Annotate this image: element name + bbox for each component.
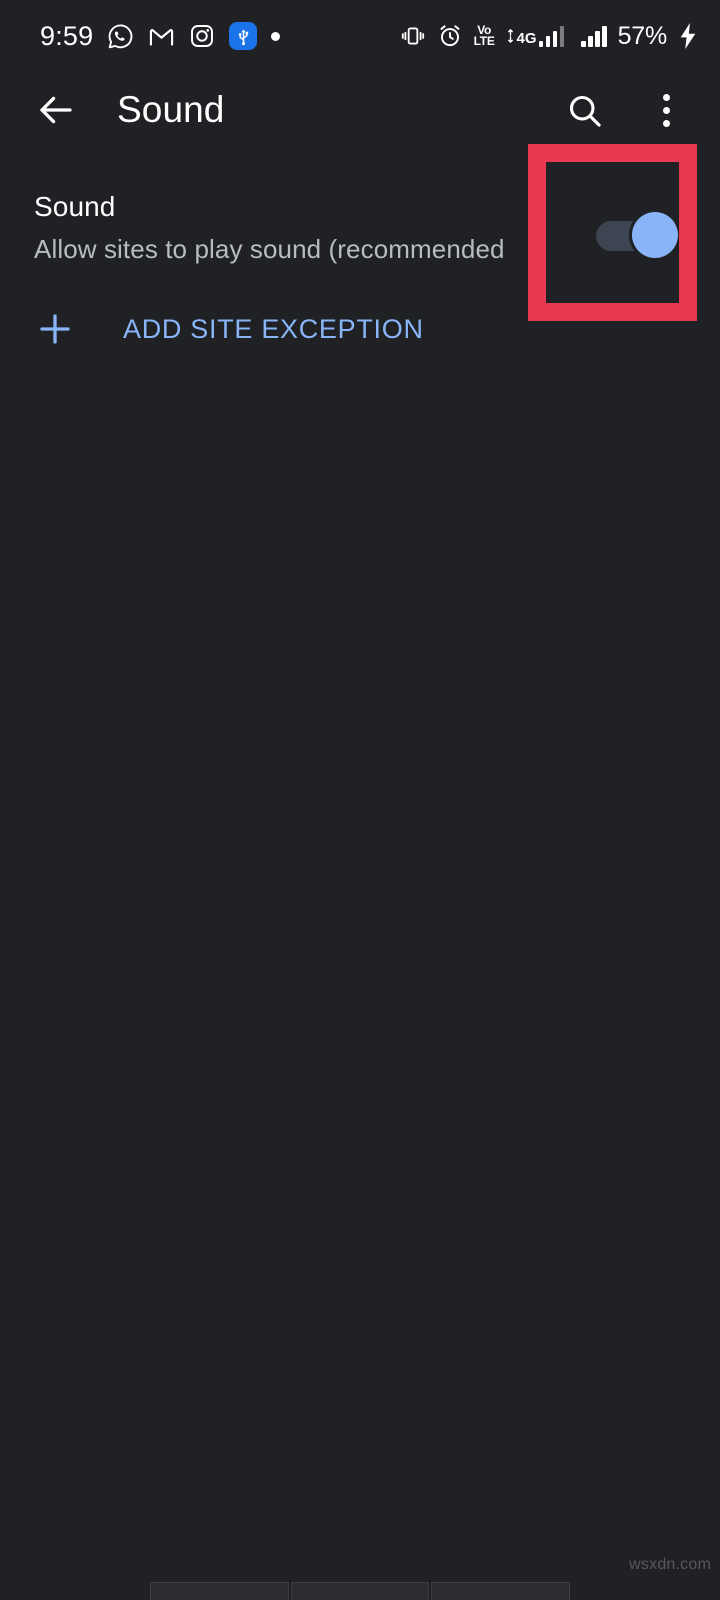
nav-segment-recents[interactable] <box>431 1582 571 1600</box>
kebab-menu-icon <box>662 93 670 127</box>
instagram-icon <box>189 23 215 49</box>
usb-icon <box>229 22 258 50</box>
phone-screen: 9:59 Vo LTE 4G 57% Sound Sound Allow sit… <box>0 0 720 1600</box>
overflow-menu-button[interactable] <box>638 82 694 138</box>
arrow-left-icon <box>40 96 72 124</box>
signal-bars-sim1 <box>538 25 565 47</box>
battery-percent-label: 57% <box>617 21 668 50</box>
toolbar-actions <box>556 82 694 138</box>
nav-segment-back[interactable] <box>150 1582 289 1600</box>
charging-bolt-icon <box>678 22 698 50</box>
watermark: wsxdn.com <box>629 1556 711 1573</box>
notification-dot-icon <box>271 31 281 41</box>
whatsapp-icon <box>107 23 134 50</box>
network-type-label: 4G <box>516 30 537 47</box>
status-clock: 9:59 <box>40 20 94 51</box>
settings-list: Sound Allow sites to play sound (recomme… <box>0 148 720 372</box>
status-bar: 9:59 Vo LTE 4G 57% <box>0 0 720 72</box>
add-site-exception-button[interactable]: ADD SITE EXCEPTION <box>0 286 720 372</box>
search-icon <box>569 95 601 127</box>
volte-bottom-text: LTE <box>473 34 495 48</box>
sound-toggle[interactable] <box>596 212 682 258</box>
nav-segment-home[interactable] <box>290 1582 430 1600</box>
gmail-icon <box>148 23 175 50</box>
back-button[interactable] <box>28 82 84 138</box>
alarm-icon <box>437 23 463 49</box>
add-site-exception-label: ADD SITE EXCEPTION <box>123 313 424 344</box>
status-bar-left: 9:59 <box>40 20 281 52</box>
volte-icon: Vo LTE <box>473 24 495 48</box>
plus-icon <box>34 308 76 350</box>
signal-sim2-icon <box>581 25 607 47</box>
vibrate-icon <box>400 23 426 49</box>
search-button[interactable] <box>556 82 612 138</box>
app-toolbar: Sound <box>0 72 720 148</box>
system-navigation-bar <box>0 1572 720 1600</box>
signal-sim1-icon: 4G <box>506 25 565 47</box>
nav-segments[interactable] <box>150 1582 571 1600</box>
page-title: Sound <box>117 89 225 130</box>
toggle-thumb <box>632 212 678 258</box>
status-bar-right: Vo LTE 4G 57% <box>400 22 698 51</box>
